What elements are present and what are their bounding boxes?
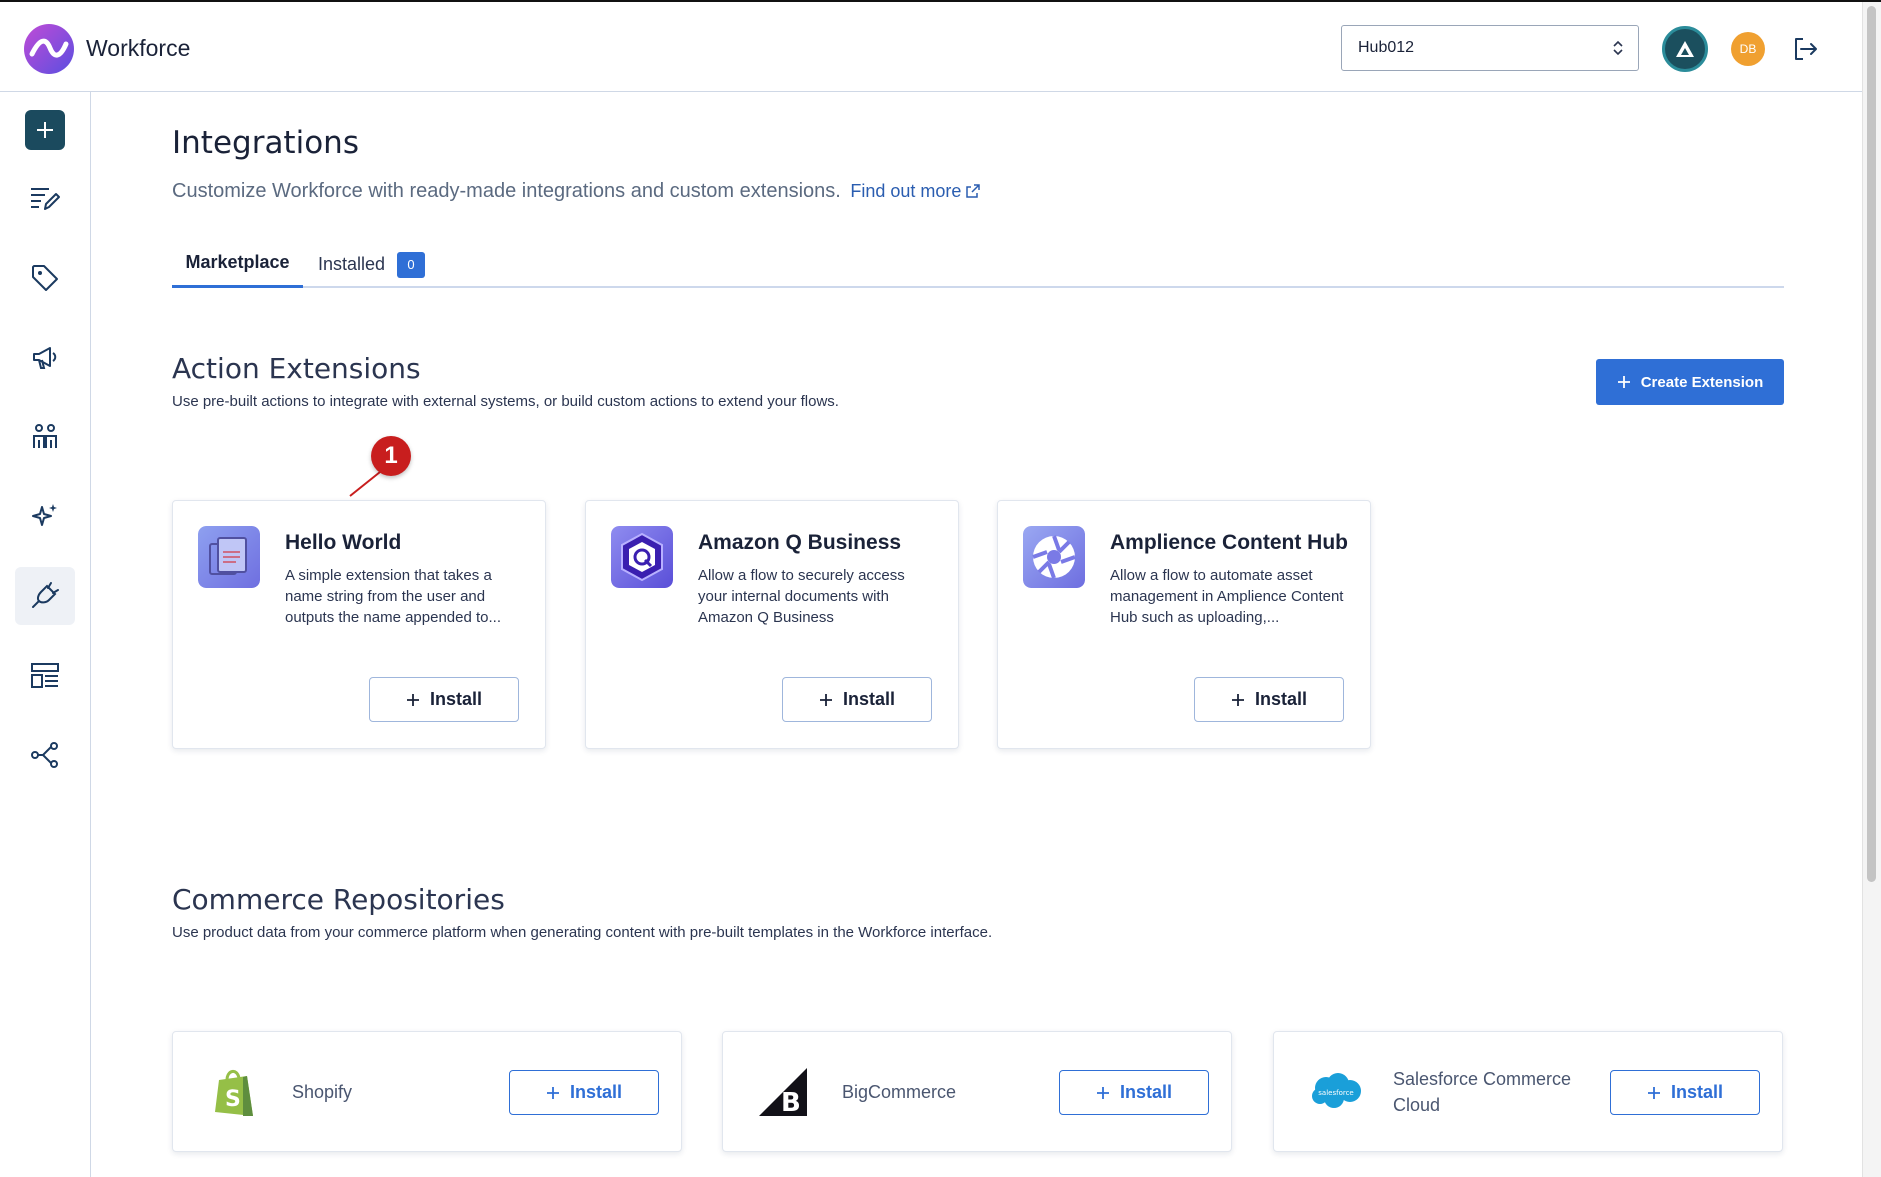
sidebar-item-layouts[interactable] xyxy=(15,647,75,705)
tab-installed-label: Installed xyxy=(318,254,386,274)
plug-icon xyxy=(32,582,59,608)
commerce-card-name: Salesforce Commerce Cloud xyxy=(1393,1069,1572,1115)
card-description: Allow a flow to securely access your int… xyxy=(698,567,905,626)
extension-card-amplience: Amplience Content Hub Allow a flow to au… xyxy=(997,500,1371,749)
svg-text:B: B xyxy=(781,1088,801,1118)
plus-icon xyxy=(1617,376,1630,388)
sidebar xyxy=(0,92,91,1177)
installed-count-badge: 0 xyxy=(397,252,426,278)
install-button[interactable]: Install xyxy=(369,677,519,722)
sidebar-item-ai[interactable] xyxy=(15,487,75,545)
plus-icon xyxy=(1647,1086,1660,1099)
tab-marketplace[interactable]: Marketplace xyxy=(172,242,303,288)
workflow-icon xyxy=(31,742,58,768)
commerce-card-name: Shopify xyxy=(292,1082,353,1102)
card-title: Hello World xyxy=(285,531,402,554)
sidebar-item-flows[interactable] xyxy=(15,726,75,784)
commerce-repositories-description: Use product data from your commerce plat… xyxy=(172,924,993,941)
salesforce-logo-icon: salesforce xyxy=(1312,1073,1361,1108)
integration-tabs: Marketplace Installed 0 xyxy=(172,242,1784,288)
avatar[interactable]: DB xyxy=(1731,32,1765,66)
install-button[interactable]: Install xyxy=(1059,1070,1209,1115)
commerce-repositories-title: Commerce Repositories xyxy=(172,883,505,916)
people-icon xyxy=(33,424,57,448)
install-label: Install xyxy=(842,689,895,709)
card-title: Amazon Q Business xyxy=(698,531,902,554)
external-link-icon xyxy=(966,184,981,198)
sidebar-item-integrations[interactable] xyxy=(15,567,75,625)
svg-text:S: S xyxy=(225,1087,241,1112)
scrollbar-thumb[interactable] xyxy=(1867,6,1876,882)
amplience-logo-icon[interactable] xyxy=(1662,26,1708,72)
layout-icon xyxy=(31,663,59,688)
logout-icon[interactable] xyxy=(1790,34,1820,64)
tab-installed[interactable]: Installed 0 xyxy=(318,242,426,288)
sidebar-item-people[interactable] xyxy=(15,408,75,466)
card-description: Allow a flow to automate asset managemen… xyxy=(1110,567,1344,626)
tag-icon xyxy=(32,265,58,291)
sidebar-item-content[interactable] xyxy=(15,170,75,228)
create-extension-button[interactable]: Create Extension xyxy=(1596,359,1784,405)
hub-select[interactable]: Hub012 xyxy=(1341,25,1639,71)
commerce-card-salesforce: salesforce Salesforce Commerce Cloud Ins… xyxy=(1273,1031,1783,1152)
workforce-logo-icon[interactable] xyxy=(24,24,74,74)
chevron-updown-icon xyxy=(1613,40,1623,56)
plus-icon xyxy=(819,693,832,706)
install-label: Install xyxy=(569,1082,622,1102)
plus-icon xyxy=(406,693,419,706)
amazon-q-icon xyxy=(611,526,673,588)
install-button[interactable]: Install xyxy=(782,677,932,722)
sidebar-item-create[interactable] xyxy=(25,110,65,150)
card-title: Amplience Content Hub xyxy=(1110,531,1349,554)
find-out-more-link[interactable]: Find out more xyxy=(850,181,981,201)
plus-icon xyxy=(1231,693,1244,706)
sidebar-item-tags[interactable] xyxy=(15,249,75,307)
edit-list-icon xyxy=(31,188,60,210)
install-label: Install xyxy=(429,689,482,709)
install-button[interactable]: Install xyxy=(509,1070,659,1115)
extension-card-hello-world: Hello World A simple extension that take… xyxy=(172,500,546,749)
create-extension-label: Create Extension xyxy=(1640,373,1764,391)
hello-world-icon xyxy=(198,526,260,588)
megaphone-icon xyxy=(33,347,57,369)
amplience-content-hub-icon xyxy=(1023,526,1085,588)
install-label: Install xyxy=(1119,1082,1172,1102)
svg-text:salesforce: salesforce xyxy=(1318,1089,1353,1097)
bigcommerce-logo-icon: B xyxy=(759,1068,807,1118)
commerce-card-bigcommerce: B BigCommerce Install xyxy=(722,1031,1232,1152)
action-extensions-title: Action Extensions xyxy=(172,352,421,385)
app-title: Workforce xyxy=(86,35,191,61)
commerce-card-shopify: S Shopify Install xyxy=(172,1031,682,1152)
install-button[interactable]: Install xyxy=(1610,1070,1760,1115)
hub-select-value: Hub012 xyxy=(1358,39,1415,56)
card-description: A simple extension that takes a name str… xyxy=(285,567,501,626)
plus-icon xyxy=(37,122,53,138)
top-header: Workforce Hub012 DB xyxy=(0,2,1862,92)
extension-card-amazon-q: Amazon Q Business Allow a flow to secure… xyxy=(585,500,959,749)
install-button[interactable]: Install xyxy=(1194,677,1344,722)
plus-icon xyxy=(1096,1086,1109,1099)
plus-icon xyxy=(546,1086,559,1099)
action-extensions-description: Use pre-built actions to integrate with … xyxy=(172,393,839,410)
commerce-card-name: BigCommerce xyxy=(842,1082,957,1102)
page-title: Integrations xyxy=(172,125,359,161)
install-label: Install xyxy=(1670,1082,1723,1102)
sparkles-icon xyxy=(32,504,57,526)
annotation-marker: 1 xyxy=(371,436,411,476)
shopify-logo-icon: S xyxy=(215,1070,253,1116)
install-label: Install xyxy=(1254,689,1307,709)
page-description-text: Customize Workforce with ready-made inte… xyxy=(172,180,841,202)
find-out-more-label: Find out more xyxy=(850,181,962,201)
page-description: Customize Workforce with ready-made inte… xyxy=(172,180,981,203)
sidebar-item-campaigns[interactable] xyxy=(15,328,75,386)
